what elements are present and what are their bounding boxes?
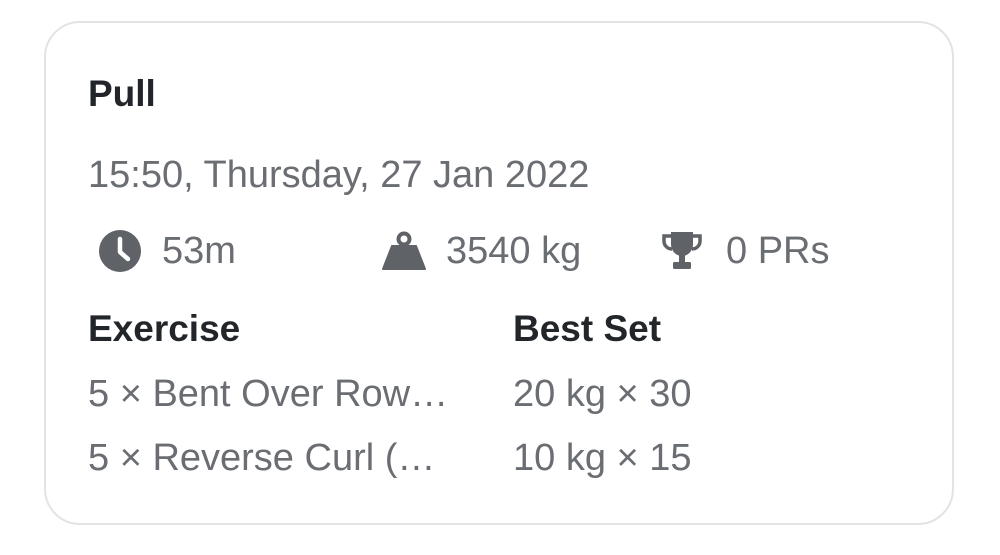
prs-stat: 0 PRs [658, 228, 829, 274]
best-set-column-header: Best Set [513, 308, 662, 349]
duration-value: 53m [162, 229, 236, 272]
volume-value: 3540 kg [446, 229, 582, 272]
exercise-name: 5 × Reverse Curl (… [88, 437, 436, 479]
weight-icon [380, 228, 428, 274]
prs-value: 0 PRs [726, 229, 830, 272]
workout-title: Pull [88, 73, 156, 114]
clock-icon [96, 228, 144, 274]
duration-stat: 53m [96, 228, 236, 274]
exercise-name: 5 × Bent Over Row… [88, 373, 449, 415]
workout-card[interactable]: Pull 15:50, Thursday, 27 Jan 2022 53m 35… [44, 21, 954, 525]
exercise-column-header: Exercise [88, 308, 241, 349]
volume-stat: 3540 kg [380, 228, 581, 274]
best-set-value: 10 kg × 15 [513, 437, 692, 479]
workout-datetime: 15:50, Thursday, 27 Jan 2022 [88, 154, 590, 196]
best-set-value: 20 kg × 30 [513, 373, 692, 415]
trophy-icon [658, 228, 706, 274]
